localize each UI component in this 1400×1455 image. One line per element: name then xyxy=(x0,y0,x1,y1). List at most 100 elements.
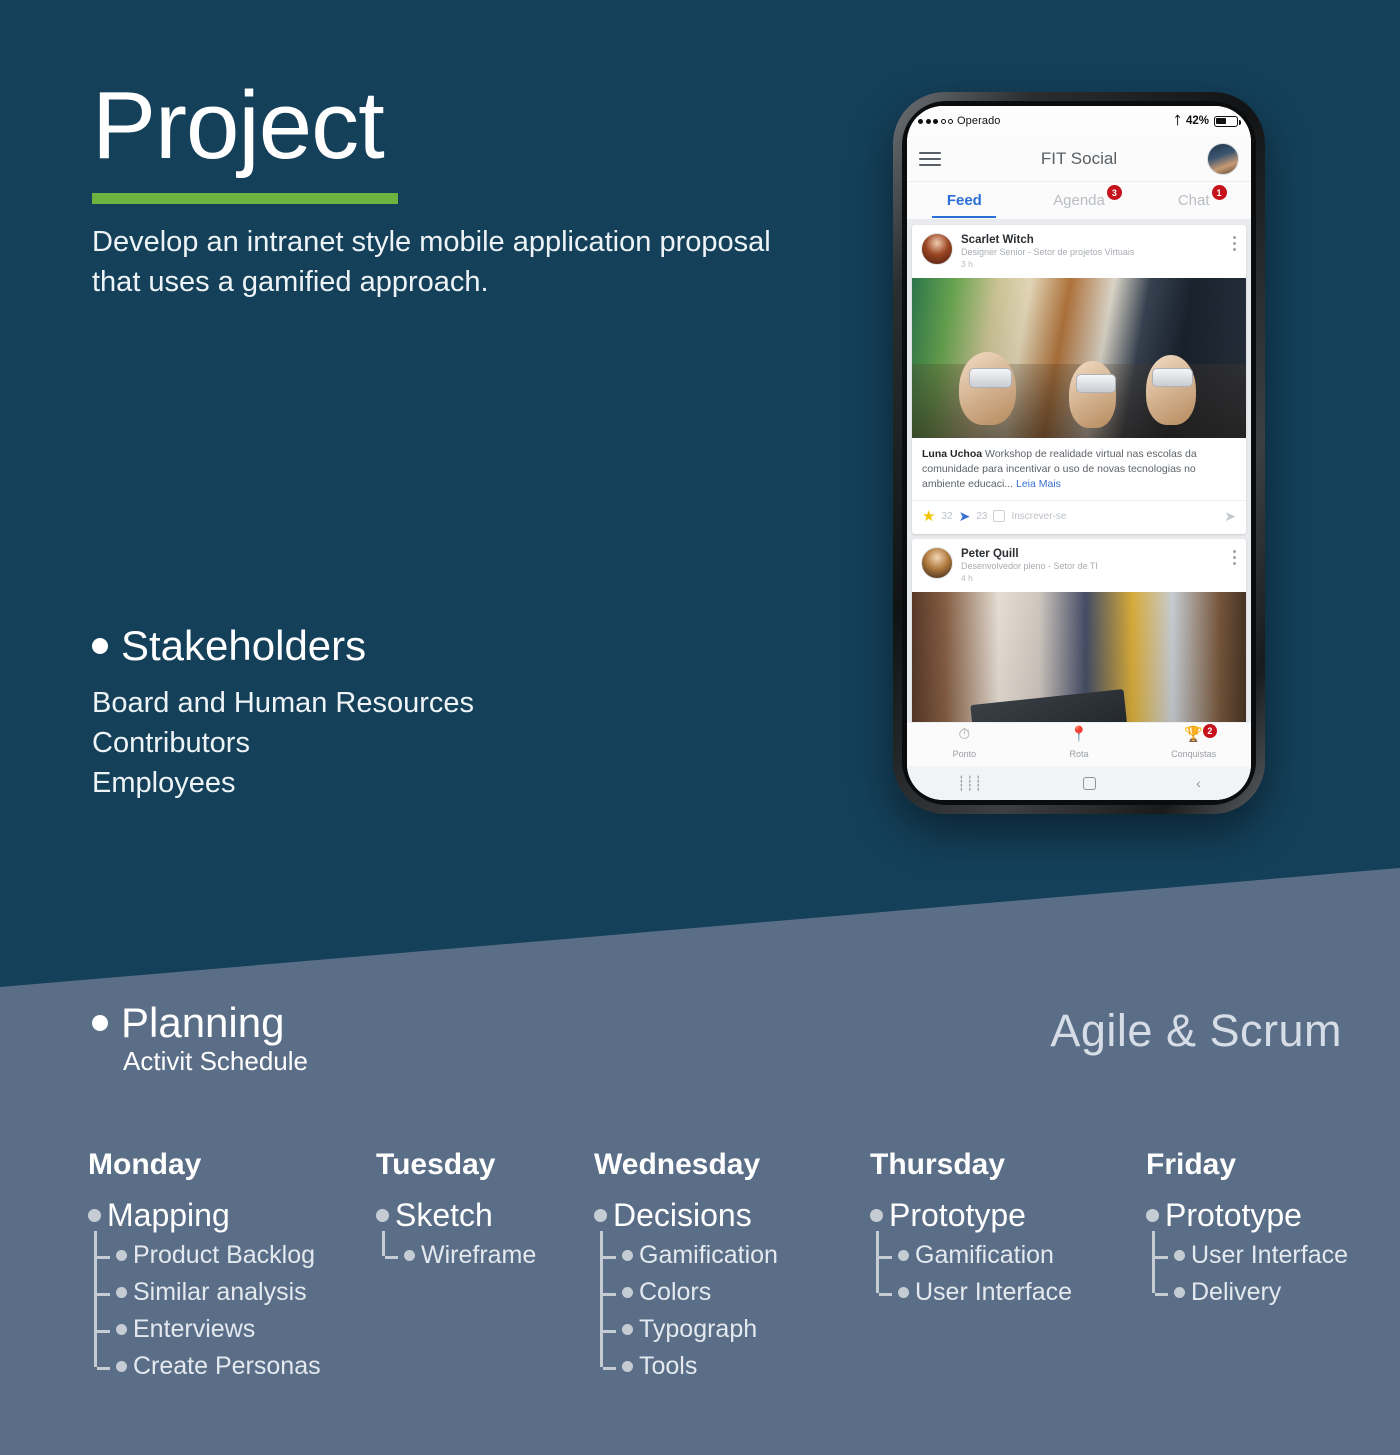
post-image[interactable] xyxy=(912,277,1246,438)
subscribe-icon[interactable] xyxy=(993,510,1006,523)
home-button-icon[interactable] xyxy=(1082,776,1096,790)
bottom-navigation: ⏱ Ponto 📍 Rota 🏆 Conquistas 2 xyxy=(907,722,1251,766)
tree-node-icon xyxy=(116,1287,127,1299)
post-header: Scarlet Witch Designer Senior - Setor de… xyxy=(912,225,1246,278)
planning-section: Planning Activit Schedule xyxy=(92,1002,308,1077)
signal-strength-icon xyxy=(918,118,953,124)
phone-mockup: Operado ᛏ 42% FIT Social Feed Agenda 3 C… xyxy=(893,92,1265,814)
list-item: Board and Human Resources xyxy=(92,687,475,719)
subtask-label: Similar analysis xyxy=(133,1278,307,1307)
tree-node-icon xyxy=(622,1361,633,1373)
tab-agenda-label: Agenda xyxy=(1053,192,1105,209)
task-main-label: Sketch xyxy=(395,1197,493,1233)
day-name: Thursday xyxy=(870,1148,1006,1181)
post-header: Peter Quill Desenvolvedor pleno - Setor … xyxy=(912,539,1246,592)
post-caption-author: Luna Uchoa xyxy=(922,447,983,460)
recent-apps-icon[interactable]: ┊┊┊ xyxy=(957,775,982,792)
subtask-item: User Interface xyxy=(1152,1237,1378,1274)
avatar[interactable] xyxy=(921,546,953,579)
subtask-label: User Interface xyxy=(1191,1241,1349,1270)
avatar[interactable] xyxy=(921,233,953,265)
more-options-icon[interactable] xyxy=(1233,236,1236,251)
task-main: Sketch xyxy=(376,1197,594,1233)
subtask-list: User Interface Delivery xyxy=(1152,1231,1378,1352)
subtask-label: Enterviews xyxy=(133,1315,256,1344)
subscribe-label[interactable]: Inscrever-se xyxy=(1011,511,1066,522)
list-item: Contributors xyxy=(92,727,250,760)
nav-item-label: Ponto xyxy=(952,749,977,759)
more-options-icon[interactable] xyxy=(1233,549,1236,565)
subtask-item: Gamification xyxy=(600,1237,870,1274)
android-system-nav: ┊┊┊ ‹ xyxy=(907,766,1251,800)
subtask-item: Wireframe xyxy=(382,1237,594,1315)
day-name: Monday xyxy=(88,1148,202,1181)
subtask-item: Product Backlog xyxy=(94,1237,376,1274)
planning-heading-label: Planning xyxy=(121,999,285,1046)
hamburger-menu-icon[interactable] xyxy=(919,151,941,166)
nav-item-label: Conquistas xyxy=(1171,749,1217,759)
day-column-tuesday: Tuesday Sketch Wireframe xyxy=(376,1148,594,1315)
post-author-role: Designer Senior - Setor de projetos Virt… xyxy=(961,247,1135,258)
subtask-item: Colors xyxy=(600,1274,870,1311)
tree-node-icon xyxy=(622,1324,633,1336)
day-name: Friday xyxy=(1146,1148,1237,1181)
send-icon[interactable]: ➤ xyxy=(1224,508,1236,525)
nav-item-ponto[interactable]: ⏱ Ponto xyxy=(907,727,1022,762)
subtask-list: Gamification User Interface xyxy=(876,1231,1146,1352)
post-timestamp: 4 h xyxy=(961,572,973,583)
subtask-label: User Interface xyxy=(915,1278,1073,1307)
activity-schedule: Monday Mapping Product Backlog Similar a… xyxy=(88,1148,1378,1426)
list-item: Employees xyxy=(92,767,236,800)
share-count: 23 xyxy=(976,510,988,522)
stakeholders-heading: Stakeholders xyxy=(92,625,474,667)
tab-feed[interactable]: Feed xyxy=(907,192,1022,218)
subtask-list: Gamification Colors Typograph Tools xyxy=(600,1231,870,1426)
share-icon[interactable]: ➤ xyxy=(959,509,971,523)
subtask-item: Create Personas xyxy=(94,1348,376,1426)
post-card[interactable]: Scarlet Witch Designer Senior - Setor de… xyxy=(912,225,1246,534)
methodology-label: Agile & Scrum xyxy=(1050,1005,1342,1056)
nav-item-conquistas[interactable]: 🏆 Conquistas 2 xyxy=(1136,724,1251,762)
day-name: Tuesday xyxy=(376,1148,496,1181)
status-badge: 1 xyxy=(1211,185,1227,200)
tab-active-indicator xyxy=(932,215,997,218)
trophy-icon: 🏆 xyxy=(1184,726,1204,743)
subtask-item: Similar analysis xyxy=(94,1274,376,1311)
feed-list[interactable]: Scarlet Witch Designer Senior - Setor de… xyxy=(907,220,1251,800)
subtask-label: Gamification xyxy=(915,1241,1054,1270)
status-badge: 3 xyxy=(1106,185,1122,200)
subtask-list: Wireframe xyxy=(382,1231,594,1315)
project-description: Develop an intranet style mobile applica… xyxy=(92,225,771,298)
task-tree: Mapping Product Backlog Similar analysis… xyxy=(88,1197,376,1426)
task-main: Prototype xyxy=(1146,1197,1378,1233)
subtask-item: Delivery xyxy=(1152,1274,1378,1352)
day-column-friday: Friday Prototype User Interface Delivery xyxy=(1146,1148,1378,1352)
day-column-wednesday: Wednesday Decisions Gamification Colors … xyxy=(594,1148,870,1426)
subtask-item: Tools xyxy=(600,1348,870,1426)
post-author-name: Scarlet Witch xyxy=(961,234,1034,246)
read-more-link[interactable]: Leia Mais xyxy=(1016,478,1061,490)
status-bar: Operado ᛏ 42% xyxy=(907,106,1251,136)
stakeholders-list: Board and Human Resources Contributors E… xyxy=(92,683,474,803)
status-bar-right: ᛏ 42% xyxy=(1174,115,1241,127)
post-card[interactable]: Peter Quill Desenvolvedor pleno - Setor … xyxy=(912,538,1246,752)
tree-node-icon xyxy=(1174,1287,1185,1299)
star-icon[interactable]: ★ xyxy=(922,509,935,524)
task-tree: Prototype Gamification User Interface xyxy=(870,1197,1146,1352)
tab-chat[interactable]: Chat 1 xyxy=(1136,185,1251,209)
phone-screen: Operado ᛏ 42% FIT Social Feed Agenda 3 C… xyxy=(907,106,1251,800)
status-badge: 2 xyxy=(1202,724,1217,738)
tree-node-icon xyxy=(1174,1250,1185,1262)
battery-percent-label: 42% xyxy=(1185,115,1209,127)
back-button-icon[interactable]: ‹ xyxy=(1196,775,1201,791)
tab-agenda[interactable]: Agenda 3 xyxy=(1022,185,1137,209)
star-count: 32 xyxy=(941,510,953,522)
tree-node-icon xyxy=(594,1209,607,1223)
task-main-label: Prototype xyxy=(889,1197,1026,1233)
hero-block: Project Develop an intranet style mobile… xyxy=(92,75,852,302)
task-main: Prototype xyxy=(870,1197,1146,1233)
subtask-item: Enterviews xyxy=(94,1311,376,1348)
nav-item-rota[interactable]: 📍 Rota xyxy=(1022,727,1137,762)
subtask-label: Tools xyxy=(639,1352,698,1381)
avatar[interactable] xyxy=(1207,142,1239,175)
